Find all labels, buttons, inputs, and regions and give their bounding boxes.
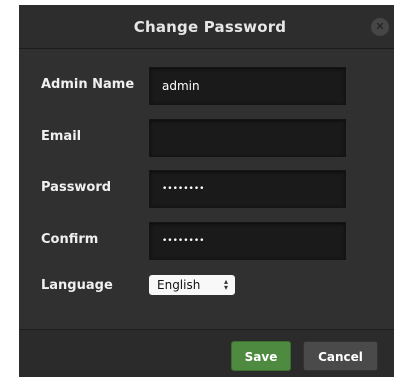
language-label: Language	[41, 278, 113, 293]
password-input[interactable]	[149, 170, 346, 208]
change-password-dialog: Change Password ✕ Admin Name Email Passw…	[19, 5, 394, 377]
admin-name-row: Admin Name	[19, 67, 394, 105]
cancel-button[interactable]: Cancel	[303, 341, 378, 371]
dialog-title: Change Password	[133, 18, 287, 36]
dialog-titlebar: Change Password ✕	[19, 5, 394, 49]
email-input[interactable]	[149, 119, 346, 157]
language-row: Language English ▴ ▾	[19, 268, 394, 306]
save-button[interactable]: Save	[231, 341, 291, 371]
confirm-row: Confirm	[19, 222, 394, 260]
confirm-label: Confirm	[41, 232, 99, 247]
dialog-footer: Save Cancel	[19, 329, 394, 377]
language-selected-value: English	[157, 278, 201, 292]
email-label: Email	[41, 129, 82, 144]
admin-name-label: Admin Name	[41, 77, 135, 92]
email-row: Email	[19, 119, 394, 157]
admin-name-input[interactable]	[149, 67, 346, 105]
password-row: Password	[19, 170, 394, 208]
close-icon[interactable]: ✕	[371, 18, 389, 36]
confirm-input[interactable]	[149, 222, 346, 260]
password-label: Password	[41, 180, 112, 195]
language-select[interactable]: English ▴ ▾	[149, 275, 235, 295]
select-arrows-icon: ▴ ▾	[223, 276, 228, 292]
